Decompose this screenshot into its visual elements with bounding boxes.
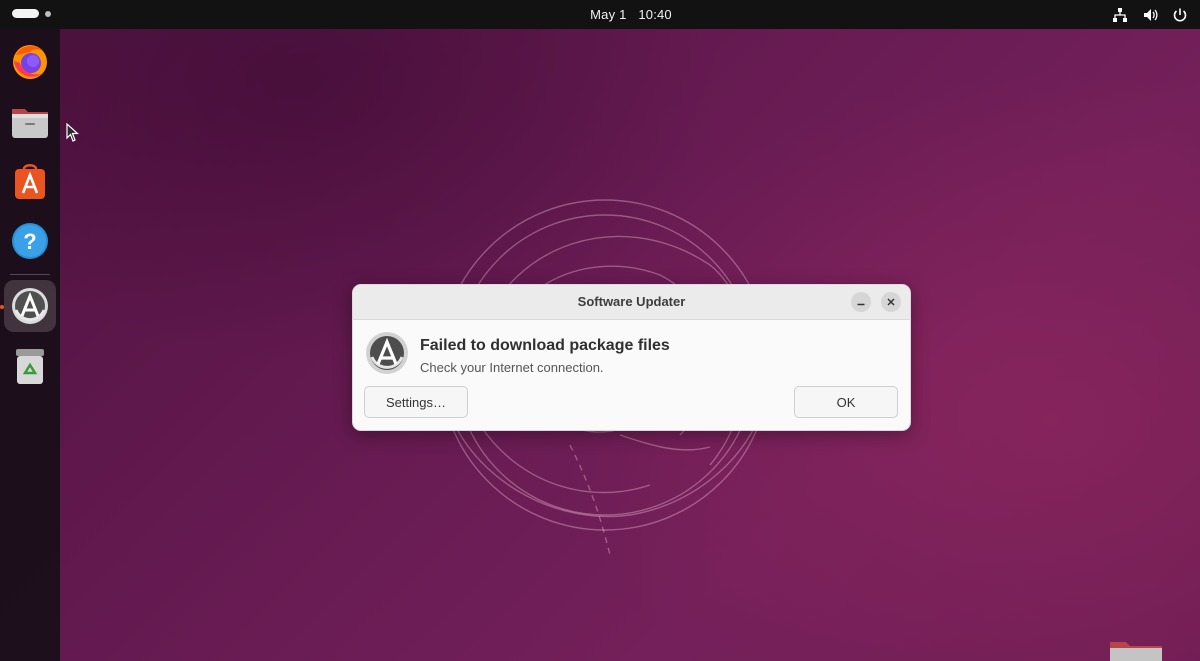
ok-button[interactable]: OK [794, 386, 898, 418]
dock-item-firefox[interactable] [4, 35, 56, 87]
svg-text:?: ? [23, 229, 36, 254]
dock-item-help[interactable]: ? [4, 215, 56, 267]
dock-item-files[interactable] [4, 95, 56, 147]
network-icon [1113, 8, 1127, 22]
clock-date: May 1 [590, 7, 627, 22]
dock: ? [0, 29, 60, 661]
desktop-folder-icon[interactable] [1108, 638, 1164, 661]
close-icon [887, 298, 895, 306]
software-updater-icon [12, 288, 48, 324]
close-button[interactable] [881, 292, 901, 312]
software-updater-icon [366, 332, 408, 374]
power-icon [1173, 8, 1187, 22]
dock-separator [10, 274, 50, 275]
error-message-detail: Check your Internet connection. [420, 360, 604, 375]
dialog-titlebar[interactable]: Software Updater [353, 285, 910, 320]
settings-button[interactable]: Settings… [364, 386, 468, 418]
minimize-icon [857, 303, 865, 306]
error-message-title: Failed to download package files [420, 337, 670, 354]
help-icon: ? [12, 223, 48, 259]
dock-item-software-updater[interactable] [4, 280, 56, 332]
app-center-icon [15, 164, 45, 199]
clock-button[interactable]: May 1 10:40 [0, 7, 1200, 22]
dialog-title: Software Updater [577, 294, 686, 309]
trash-icon [16, 349, 44, 384]
firefox-icon [13, 45, 47, 79]
mouse-cursor-icon [66, 123, 80, 142]
dock-item-app-center[interactable] [4, 155, 56, 207]
minimize-button[interactable] [851, 292, 871, 312]
system-tray[interactable] [1112, 7, 1188, 23]
dock-item-trash[interactable] [4, 340, 56, 392]
software-updater-dialog: Software Updater Failed to download pack… [352, 284, 911, 431]
volume-icon [1144, 9, 1158, 21]
files-icon [12, 109, 48, 138]
top-bar: May 1 10:40 [0, 0, 1200, 29]
clock-time: 10:40 [638, 7, 672, 22]
